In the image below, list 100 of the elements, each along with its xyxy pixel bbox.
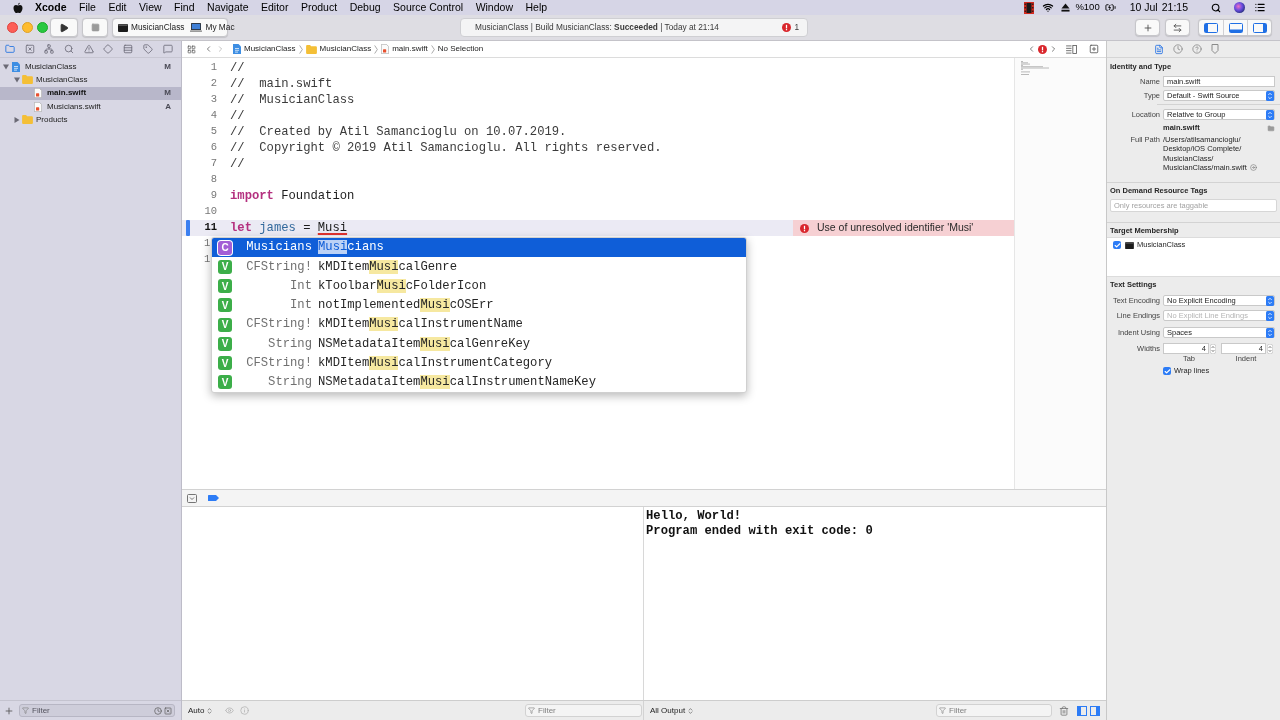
search-icon[interactable] bbox=[1211, 2, 1221, 13]
completion-item[interactable]: V String NSMetadataItemMusicalInstrumentNameKey bbox=[212, 372, 746, 392]
info-icon[interactable] bbox=[240, 706, 250, 715]
code-line: // bbox=[230, 59, 245, 77]
left-pane-icon[interactable] bbox=[1077, 705, 1087, 716]
code-line: // bbox=[230, 107, 245, 125]
previous-issue-icon[interactable] bbox=[1027, 44, 1036, 54]
diamond-icon[interactable] bbox=[103, 44, 114, 54]
panel-down-icon[interactable] bbox=[187, 493, 197, 503]
menu-item[interactable]: File bbox=[79, 0, 96, 16]
path-item[interactable]: MusicianClass bbox=[233, 43, 296, 55]
clock-icon[interactable] bbox=[1173, 44, 1183, 54]
menu-item[interactable]: View bbox=[139, 0, 162, 16]
disclosure-triangle-icon[interactable] bbox=[3, 63, 9, 70]
path-item[interactable]: main.swift bbox=[381, 43, 428, 55]
next-issue-icon[interactable] bbox=[1049, 44, 1058, 54]
document-icon[interactable] bbox=[1154, 43, 1164, 55]
right-pane-icon[interactable] bbox=[1090, 705, 1100, 716]
lines-icon[interactable] bbox=[1066, 44, 1077, 54]
completion-item[interactable]: C Musicians Musicians bbox=[212, 238, 746, 258]
completion-item[interactable]: V String NSMetadataItemMusicalGenreKey bbox=[212, 334, 746, 354]
warning-icon[interactable] bbox=[83, 44, 94, 54]
disclosure-triangle-icon[interactable] bbox=[14, 76, 20, 83]
clock-icon[interactable] bbox=[154, 706, 162, 715]
code-line: // bbox=[230, 155, 245, 173]
scope-popup[interactable]: Auto bbox=[188, 704, 214, 717]
filter-field[interactable]: Filter bbox=[19, 704, 175, 717]
menu-item[interactable]: Navigate bbox=[207, 0, 249, 16]
help-icon[interactable] bbox=[1192, 44, 1202, 54]
menu-date[interactable]: 10 Jul bbox=[1129, 0, 1158, 16]
library-button[interactable] bbox=[1135, 19, 1160, 36]
menu-item[interactable]: Edit bbox=[108, 0, 127, 16]
back-icon[interactable] bbox=[204, 44, 213, 54]
completion-item[interactable]: V Int notImplementedMusicOSErr bbox=[212, 295, 746, 315]
apple-icon[interactable] bbox=[13, 1, 23, 14]
filter-icon bbox=[939, 707, 946, 714]
tree-item[interactable]: main.swift M bbox=[0, 86, 181, 100]
path-item[interactable]: MusicianClass bbox=[305, 43, 372, 55]
kind-badge: V bbox=[218, 356, 232, 371]
filter-field[interactable]: Filter bbox=[936, 704, 1052, 717]
menu-item[interactable]: Source Control bbox=[393, 0, 464, 16]
play-icon bbox=[59, 22, 69, 33]
path-item[interactable]: No Selection bbox=[437, 43, 484, 55]
scheme-button[interactable]: MusicianClass bbox=[118, 21, 185, 34]
close-button[interactable] bbox=[7, 22, 18, 33]
tag-icon[interactable] bbox=[208, 495, 219, 501]
completion-item[interactable]: V CFString! kMDItemMusicalInstrumentCategory bbox=[212, 353, 746, 373]
destination-button[interactable]: My Mac bbox=[190, 21, 235, 34]
square-plus-icon[interactable] bbox=[1089, 44, 1099, 54]
eject-icon[interactable] bbox=[1061, 3, 1071, 12]
tag-icon[interactable] bbox=[142, 44, 153, 54]
completion-item[interactable]: V Int kToolbarMusicFolderIcon bbox=[212, 276, 746, 296]
zoom-button[interactable] bbox=[37, 22, 48, 33]
error-count[interactable]: 1 bbox=[794, 21, 799, 34]
folder-icon[interactable] bbox=[1267, 124, 1275, 132]
completion-item[interactable]: V CFString! kMDItemMusicalGenre bbox=[212, 257, 746, 277]
rows-icon[interactable] bbox=[123, 44, 134, 54]
gradient-circle-icon[interactable] bbox=[1234, 2, 1245, 13]
line-number: 8 bbox=[210, 172, 217, 188]
square-x-icon[interactable] bbox=[24, 44, 35, 54]
menu-item[interactable]: Editor bbox=[261, 0, 289, 16]
checkbox[interactable] bbox=[1113, 241, 1121, 250]
checkbox[interactable] bbox=[1163, 367, 1171, 376]
stepper-icon[interactable] bbox=[1210, 343, 1216, 354]
menu-item[interactable]: Product bbox=[300, 0, 338, 16]
trash-icon[interactable] bbox=[1059, 705, 1069, 716]
hierarchy-icon[interactable] bbox=[44, 44, 55, 54]
filter-field[interactable]: Filter bbox=[525, 704, 642, 717]
tree-item[interactable]: MusicianClass M bbox=[0, 60, 181, 74]
tree-item[interactable]: Musicians.swift A bbox=[0, 99, 181, 114]
minimize-button[interactable] bbox=[22, 22, 33, 33]
menu-time[interactable]: 21:15 bbox=[1161, 0, 1188, 16]
folder-icon[interactable] bbox=[5, 44, 15, 54]
tree-item[interactable]: MusicianClass bbox=[0, 73, 181, 87]
eye-icon[interactable] bbox=[225, 706, 235, 715]
tree-item[interactable]: Products bbox=[0, 113, 181, 127]
completion-item[interactable]: V CFString! kMDItemMusicalInstrumentName bbox=[212, 315, 746, 335]
menu-item[interactable]: Debug bbox=[349, 0, 381, 16]
grid-icon[interactable] bbox=[187, 44, 196, 54]
pentagon-icon[interactable] bbox=[1211, 44, 1219, 54]
folder-icon bbox=[21, 115, 33, 125]
menu-app-name[interactable]: Xcode bbox=[35, 0, 67, 16]
wifi-icon[interactable] bbox=[1042, 2, 1055, 13]
menu-item[interactable]: Help bbox=[525, 0, 548, 16]
run-button[interactable] bbox=[50, 18, 78, 37]
line-number: 1 bbox=[204, 252, 211, 268]
film-icon[interactable] bbox=[1024, 1, 1035, 14]
checkmark-icon bbox=[1163, 367, 1171, 375]
stepper-icon[interactable] bbox=[1267, 343, 1273, 354]
menu-item[interactable]: Window bbox=[475, 0, 513, 16]
menu-item[interactable]: Find bbox=[174, 0, 195, 16]
disclosure-triangle-icon[interactable] bbox=[14, 116, 20, 123]
add-button[interactable] bbox=[4, 705, 14, 716]
speech-bubble-icon[interactable] bbox=[162, 44, 173, 54]
list-icon[interactable] bbox=[1254, 2, 1266, 13]
compare-button[interactable] bbox=[1165, 19, 1190, 36]
output-popup[interactable]: All Output bbox=[650, 704, 695, 717]
square-x-icon[interactable] bbox=[164, 706, 172, 715]
line-number: 7 bbox=[210, 156, 217, 172]
popup-arrows-icon bbox=[1266, 327, 1274, 338]
